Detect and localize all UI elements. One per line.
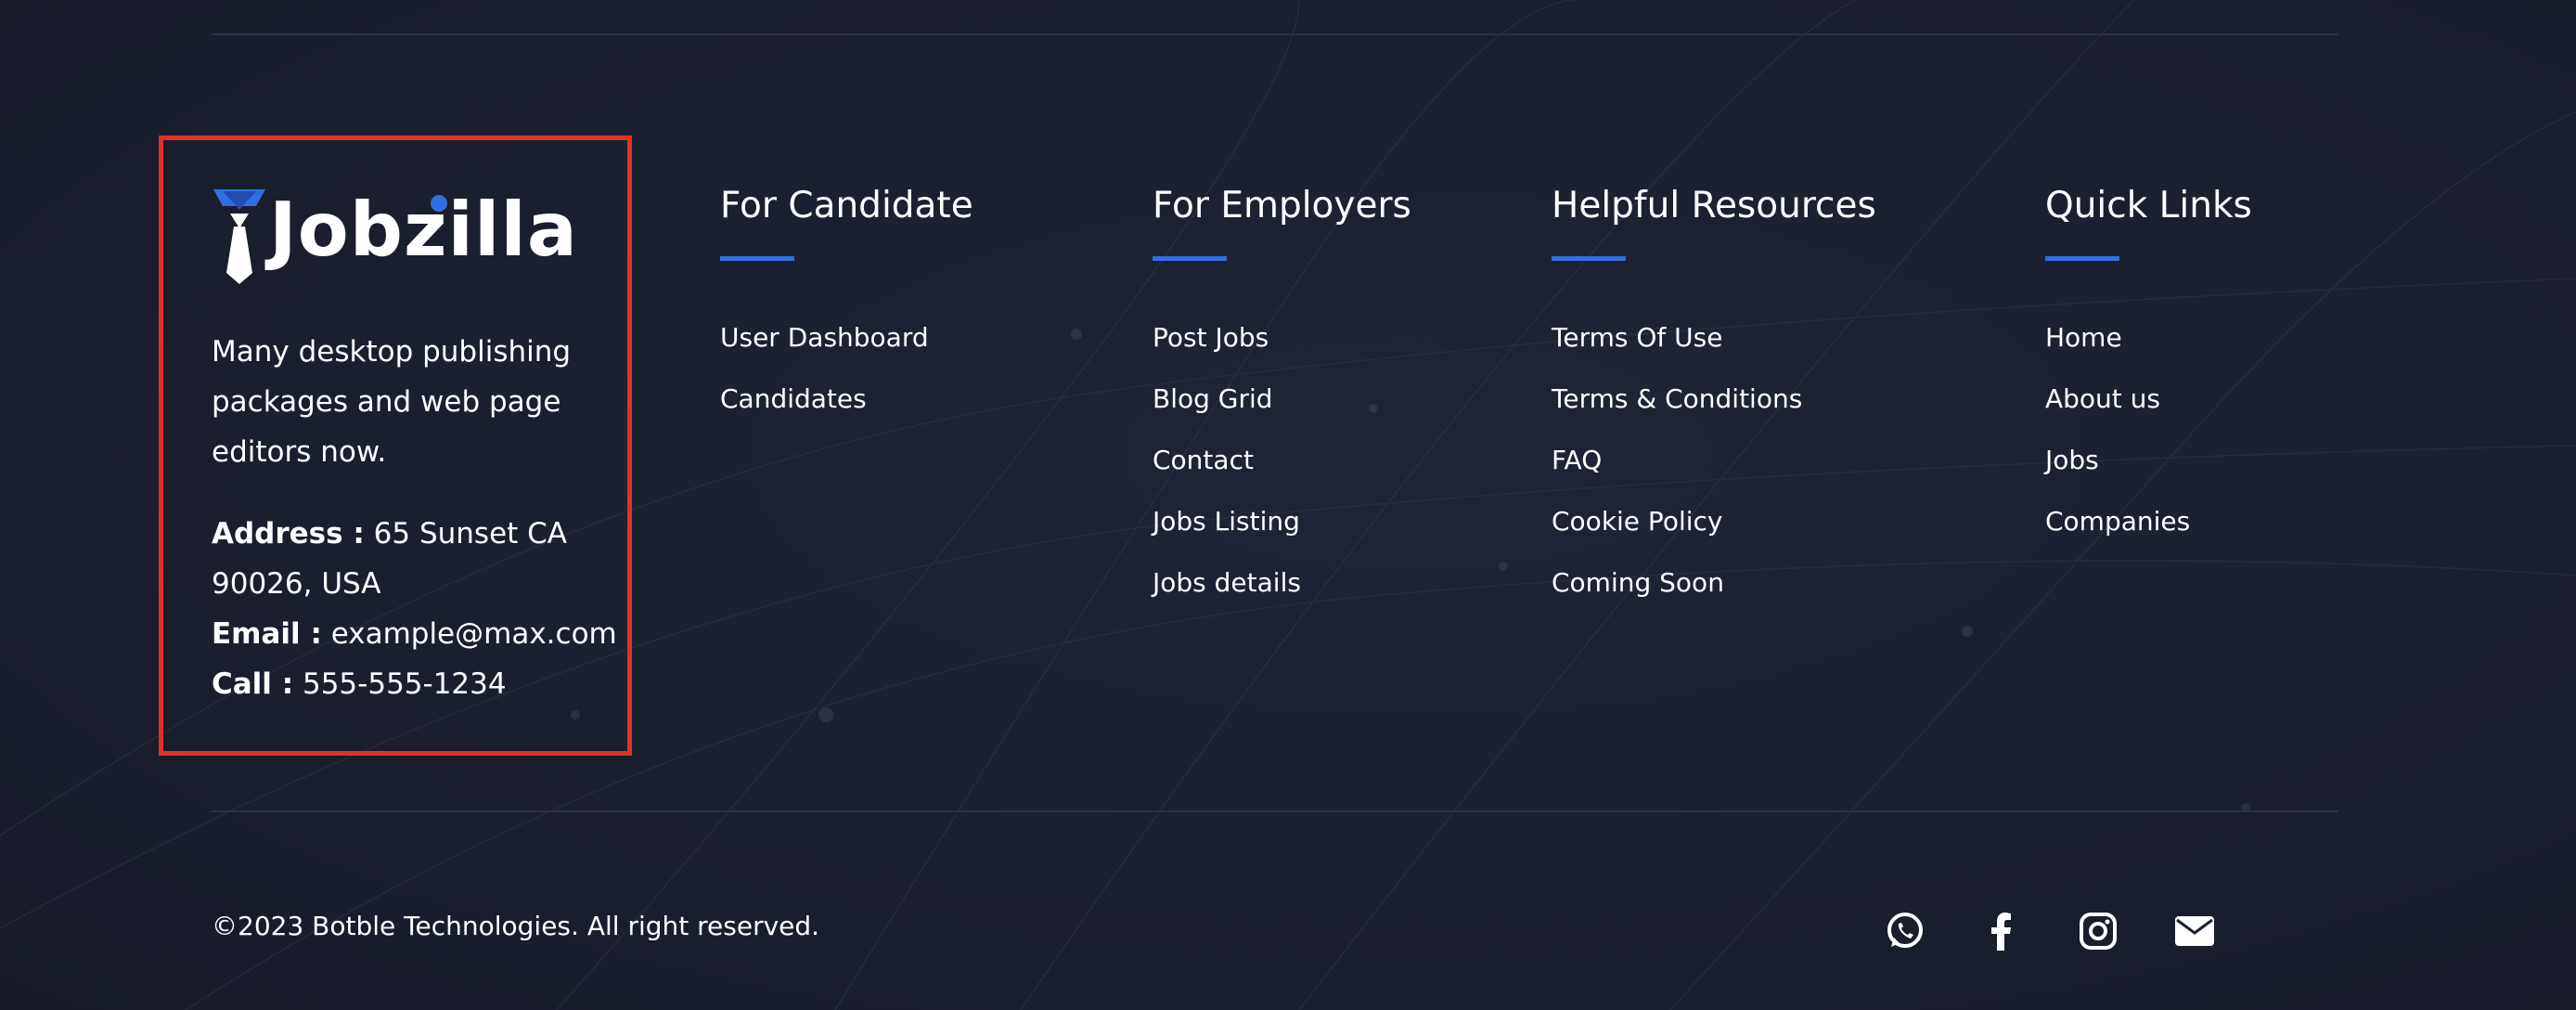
link-label: Post Jobs — [1153, 322, 1269, 353]
bottom-divider — [212, 810, 2338, 812]
footer-link-about-us[interactable]: About us — [2045, 383, 2252, 445]
footer-link-jobs-listing[interactable]: Jobs Listing — [1153, 506, 1411, 567]
email-value[interactable]: example@max.com — [331, 617, 617, 651]
social-links — [1884, 910, 2236, 962]
logo-dot — [431, 195, 447, 212]
email-label: Email : — [212, 617, 322, 651]
link-label: FAQ — [1552, 445, 1603, 475]
link-label: About us — [2045, 383, 2161, 414]
brand-description: Many desktop publishing packages and web… — [212, 335, 572, 469]
footer-link-companies[interactable]: Companies — [2045, 506, 2252, 567]
call-value[interactable]: 555-555-1234 — [303, 667, 507, 701]
link-label: Cookie Policy — [1552, 506, 1723, 537]
link-label: Companies — [2045, 506, 2191, 537]
link-label: Jobs details — [1153, 567, 1301, 598]
instagram-icon[interactable] — [2077, 910, 2119, 952]
link-label: Jobs — [2045, 445, 2099, 475]
email-row: Email : example@max.com — [212, 609, 620, 659]
link-list: Home About us Jobs Companies — [2045, 322, 2252, 567]
link-label: Terms & Conditions — [1552, 383, 1803, 414]
footer-link-home[interactable]: Home — [2045, 322, 2252, 383]
call-label: Call : — [212, 667, 294, 701]
link-list: Terms Of Use Terms & Conditions FAQ Cook… — [1552, 322, 1876, 628]
tie-logo-icon — [213, 189, 265, 284]
link-list: User Dashboard Candidates — [720, 322, 973, 445]
jobzilla-logo[interactable]: Jobzilla — [212, 182, 577, 284]
link-label: Coming Soon — [1552, 567, 1724, 598]
column-title: For Employers — [1153, 185, 1411, 227]
footer-column-employers: For Employers Post Jobs Blog Grid Contac… — [1153, 182, 1411, 628]
column-title: Quick Links — [2045, 185, 2252, 227]
footer-link-candidates[interactable]: Candidates — [720, 383, 973, 445]
footer-column-candidate: For Candidate User Dashboard Candidates — [720, 182, 973, 445]
link-list: Post Jobs Blog Grid Contact Jobs Listing… — [1153, 322, 1411, 628]
footer-link-jobs-details[interactable]: Jobs details — [1153, 567, 1411, 628]
title-underline — [2045, 256, 2119, 261]
footer-link-cookie-policy[interactable]: Cookie Policy — [1552, 506, 1876, 567]
copyright-text: ©2023 Botble Technologies. All right res… — [212, 911, 820, 941]
link-label: Candidates — [720, 383, 867, 414]
footer-link-terms-of-use[interactable]: Terms Of Use — [1552, 322, 1876, 383]
footer-column-quick-links: Quick Links Home About us Jobs Companies — [2045, 182, 2252, 567]
title-underline — [720, 256, 794, 261]
top-divider — [212, 33, 2338, 35]
site-footer: Jobzilla Many desktop publishing package… — [0, 0, 2576, 1010]
footer-link-contact[interactable]: Contact — [1153, 445, 1411, 506]
footer-column-resources: Helpful Resources Terms Of Use Terms & C… — [1552, 182, 1876, 628]
title-underline — [1552, 256, 1626, 261]
link-label: Home — [2045, 322, 2122, 353]
link-label: Terms Of Use — [1552, 322, 1723, 353]
footer-link-post-jobs[interactable]: Post Jobs — [1153, 322, 1411, 383]
address-label: Address : — [212, 517, 365, 550]
footer-link-faq[interactable]: FAQ — [1552, 445, 1876, 506]
logo-text: Jobzilla — [269, 187, 578, 273]
footer-link-terms-conditions[interactable]: Terms & Conditions — [1552, 383, 1876, 445]
footer-link-coming-soon[interactable]: Coming Soon — [1552, 567, 1876, 628]
footer-link-blog-grid[interactable]: Blog Grid — [1153, 383, 1411, 445]
link-label: Contact — [1153, 445, 1254, 475]
link-label: User Dashboard — [720, 322, 929, 353]
footer-link-user-dashboard[interactable]: User Dashboard — [720, 322, 973, 383]
facebook-icon[interactable] — [1980, 910, 2023, 952]
column-title: For Candidate — [720, 185, 973, 227]
link-label: Blog Grid — [1153, 383, 1273, 414]
address-row: Address : 65 Sunset CA 90026, USA — [212, 509, 620, 609]
email-icon[interactable] — [2173, 910, 2216, 952]
whatsapp-icon[interactable] — [1884, 910, 1926, 952]
call-row: Call : 555-555-1234 — [212, 659, 620, 709]
link-label: Jobs Listing — [1153, 506, 1300, 537]
contact-info: Address : 65 Sunset CA 90026, USA Email … — [212, 509, 620, 709]
column-title: Helpful Resources — [1552, 185, 1876, 227]
footer-link-jobs[interactable]: Jobs — [2045, 445, 2252, 506]
title-underline — [1153, 256, 1227, 261]
